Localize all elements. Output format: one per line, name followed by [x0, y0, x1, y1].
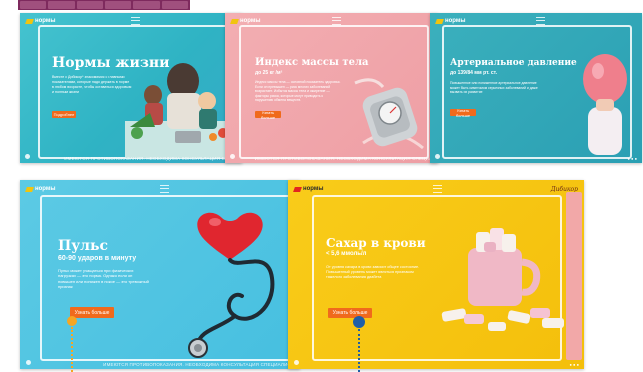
slide-body: Индекс массы тела — основной показатель … [255, 80, 341, 103]
menu-icon[interactable] [131, 17, 141, 25]
slide-body: От уровня сахара в крови зависит общее с… [326, 265, 420, 280]
slide-title: Нормы жизни [52, 55, 170, 71]
annotation-line-orange [71, 327, 73, 372]
slide-body: Вместе с Дибикор* знакомимся с главными … [52, 75, 132, 94]
marshmallow-cup-icon [441, 228, 564, 331]
learn-more-button[interactable]: Узнать больше [70, 307, 114, 318]
carousel-indicator[interactable] [435, 154, 440, 159]
slide-body: Пульс может учащаться при физических наг… [58, 268, 149, 290]
footer-disclaimer: ИМЕЮТСЯ ПРОТИВОПОКАЗАНИЯ. НЕОБХОДИМА КОН… [254, 155, 438, 161]
slide-title: Индекс массы тела [255, 57, 369, 68]
slide-blood-sugar: нормы Дибикор Сахар в крови < 5,6 ммоль/… [288, 180, 584, 369]
slide-subtitle: до 25 кг /м² [255, 70, 283, 76]
slide-normy-zhizni: нормы Нормы жизни Вместе с Дибикор* знак… [20, 13, 242, 163]
annotation-line-blue [358, 329, 360, 372]
slide-title: Пульс [58, 238, 109, 254]
brand-logo[interactable]: нормы [25, 186, 55, 192]
social-icons[interactable]: ● ● ● [570, 362, 579, 367]
learn-more-button[interactable]: Узнать больше [255, 110, 281, 120]
browser-tab-strip [18, 0, 190, 10]
menu-icon[interactable] [536, 17, 546, 25]
logo-mark-icon [25, 18, 34, 24]
scale-icon [354, 78, 424, 150]
browser-tab[interactable] [76, 1, 103, 9]
slide-blood-pressure: нормы Артериальное давление до 139/84 мм… [430, 13, 642, 163]
slide-title: Сахар в крови [326, 236, 426, 250]
annotation-marker-orange [67, 316, 77, 326]
slide-bmi: нормы Индекс массы тела до 25 кг /м² Инд… [225, 13, 438, 163]
learn-more-button[interactable]: Узнать больше [328, 308, 372, 318]
slide-pulse: нормы Пульс 60-90 ударов в минуту Пульс … [20, 180, 300, 369]
annotation-marker-blue [353, 316, 365, 328]
slide-subtitle: < 5,6 ммоль/л [326, 251, 367, 257]
logo-mark-icon [25, 186, 34, 192]
social-icons[interactable]: ● ● ● [628, 156, 637, 161]
browser-tab[interactable] [48, 1, 75, 9]
logo-mark-icon [435, 18, 444, 24]
brand-logo[interactable]: нормы [25, 18, 55, 24]
browser-tab[interactable] [20, 1, 47, 9]
menu-icon[interactable] [432, 185, 442, 193]
logo-mark-icon [230, 18, 239, 24]
balloon-icon [583, 54, 627, 155]
brand-logo[interactable]: нормы [293, 186, 323, 192]
footer-disclaimer: ИМЕЮТСЯ ПРОТИВОПОКАЗАНИЯ. НЕОБХОДИМА КОН… [64, 155, 242, 161]
brand-logo[interactable]: нормы [230, 18, 260, 24]
logo-mark-icon [293, 186, 302, 192]
brand-logo[interactable]: нормы [435, 18, 465, 24]
browser-tab[interactable] [104, 1, 132, 9]
carousel-indicator[interactable] [294, 360, 299, 365]
slide-subtitle: до 139/84 мм рт. ст. [450, 70, 498, 76]
menu-icon[interactable] [160, 185, 170, 193]
slide-subtitle: 60-90 ударов в минуту [58, 255, 137, 262]
footer-disclaimer: ИМЕЮТСЯ ПРОТИВОПОКАЗАНИЯ. НЕОБХОДИМА КОН… [103, 361, 297, 367]
slide-body: Повышенное или пониженное артериальное д… [450, 81, 538, 95]
next-slide-preview[interactable] [566, 192, 582, 360]
learn-more-button[interactable]: Узнать больше [450, 108, 476, 118]
details-button[interactable]: Подробнее [52, 111, 76, 118]
menu-icon[interactable] [331, 17, 341, 25]
heart-stethoscope-image [188, 212, 275, 358]
slide-title: Артериальное давление [450, 58, 577, 68]
browser-tab[interactable] [133, 1, 160, 9]
browser-tab[interactable] [161, 1, 188, 9]
